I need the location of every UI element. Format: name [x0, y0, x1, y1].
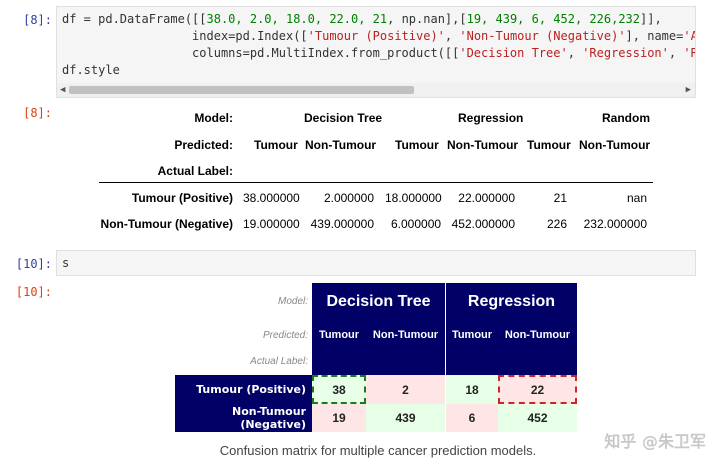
model-header-decision-tree: Decision Tree — [326, 293, 431, 310]
row-label-negative: Non-Tumour (Negative) — [100, 217, 233, 231]
code-cell-10[interactable]: s — [56, 250, 696, 276]
predicted-header: Non-Tumour — [504, 329, 571, 341]
model-header-random: Random — [602, 111, 650, 125]
watermark: 知乎 @朱卫军 — [604, 432, 706, 451]
scroll-right-arrow-icon[interactable]: ▶ — [686, 83, 691, 97]
table-cell: 18.000000 — [385, 191, 442, 205]
predicted-header: Non-Tumour — [447, 138, 519, 152]
matrix-cell-true-positive: 18 — [446, 375, 498, 404]
code-line-4: df.style — [62, 63, 120, 77]
predicted-header: Tumour — [318, 329, 360, 341]
index-name-label: Actual Label: — [250, 356, 308, 367]
table-cell: 452.000000 — [451, 217, 515, 231]
output-prompt-10: [10]: — [15, 285, 52, 299]
scrollbar-thumb[interactable] — [69, 86, 414, 94]
table-cell: nan — [626, 191, 647, 205]
predicted-header: Tumour — [254, 138, 298, 152]
matrix-cell-false-negative: 22 — [498, 375, 577, 404]
model-header-decision-tree: Decision Tree — [304, 111, 383, 125]
predicted-header: Non-Tumour — [579, 138, 651, 152]
matrix-cell-false-positive: 19 — [312, 404, 366, 432]
row-label-positive: Tumour (Positive) — [175, 375, 312, 404]
row-label-negative: Non-Tumour (Negative) — [175, 404, 312, 432]
row-label-positive: Tumour (Positive) — [131, 191, 233, 205]
horizontal-scrollbar[interactable]: ◀ ▶ — [57, 83, 695, 97]
input-prompt-10: [10]: — [15, 257, 52, 271]
table-cell: 38.000000 — [243, 191, 300, 205]
predicted-header: Non-Tumour — [305, 138, 377, 152]
table-cell: 232.000000 — [583, 217, 647, 231]
table-cell: 21 — [553, 191, 567, 205]
table-cell: 22.000000 — [458, 191, 515, 205]
code-cell-8[interactable]: df = pd.DataFrame([[38.0, 2.0, 18.0, 22.… — [56, 6, 696, 98]
model-header-regression: Regression — [458, 111, 524, 125]
predicted-label: Predicted: — [262, 330, 308, 341]
table-cell: 2.000000 — [323, 191, 374, 205]
output-prompt-8: [8]: — [23, 106, 52, 120]
table-cell: 439.000000 — [310, 217, 374, 231]
matrix-cell-false-negative: 2 — [366, 375, 445, 404]
matrix-cell-true-negative: 452 — [498, 404, 577, 432]
predicted-header: Tumour — [395, 138, 439, 152]
table-cell: 19.000000 — [243, 217, 300, 231]
predicted-label: Predicted: — [174, 138, 233, 152]
code-line-1: s — [62, 256, 70, 270]
predicted-header: Tumour — [527, 138, 571, 152]
index-name-label: Actual Label: — [157, 164, 233, 178]
scroll-left-arrow-icon[interactable]: ◀ — [60, 83, 65, 97]
input-prompt-8: [8]: — [23, 13, 52, 27]
matrix-cell-true-positive: 38 — [312, 375, 366, 404]
table-cell: 226 — [546, 217, 567, 231]
header-divider — [99, 182, 653, 183]
model-label: Model: — [194, 111, 233, 125]
model-label: Model: — [277, 296, 308, 307]
predicted-header: Tumour — [451, 329, 493, 341]
code-line-3: columns=pd.MultiIndex.from_product([['De… — [62, 46, 695, 60]
code-line-1: df = pd.DataFrame([[38.0, 2.0, 18.0, 22.… — [62, 12, 662, 26]
table-cell: 6.000000 — [391, 217, 442, 231]
predicted-header: Non-Tumour — [372, 329, 439, 341]
matrix-cell-true-negative: 439 — [366, 404, 445, 432]
code-line-2: index=pd.Index(['Tumour (Positive)', 'No… — [62, 29, 695, 43]
model-header-regression: Regression — [467, 293, 556, 310]
matrix-cell-false-positive: 6 — [446, 404, 498, 432]
